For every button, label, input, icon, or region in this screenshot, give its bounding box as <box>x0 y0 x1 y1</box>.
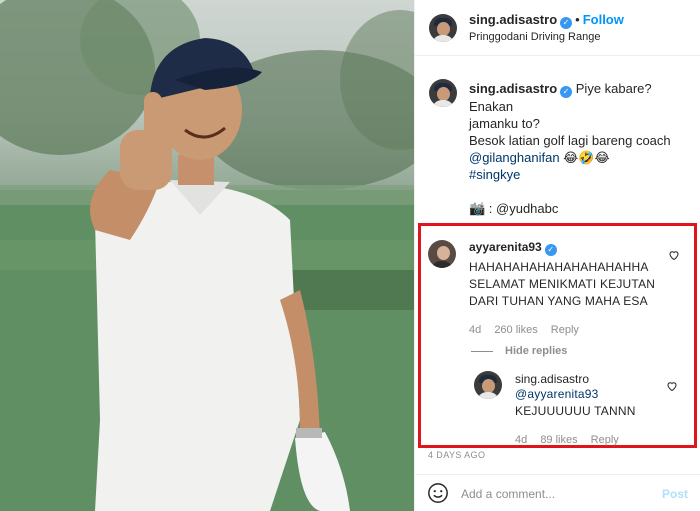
caption: sing.adisastro ✓ Piye kabare? Enakan jama… <box>469 80 695 217</box>
comment-line-3: DARI TUHAN YANG MAHA ESA <box>469 294 648 308</box>
reply-text: KEJUUUUUU TANNN <box>515 404 636 418</box>
comment-likes[interactable]: 260 likes <box>494 324 537 336</box>
add-comment-bar: Add a comment... Post <box>414 474 700 511</box>
commenter-avatar[interactable] <box>428 240 456 268</box>
heart-icon[interactable] <box>666 380 678 392</box>
post-header: sing.adisastro ✓ • Follow Pringgodani Drivi… <box>415 0 700 56</box>
caption-line-3: Besok latian golf lagi bareng coach <box>469 133 671 148</box>
caption-avatar[interactable] <box>429 79 457 107</box>
reply-avatar[interactable] <box>474 371 502 399</box>
caption-username[interactable]: sing.adisastro <box>469 81 557 96</box>
emoji-smile-icon[interactable] <box>427 482 449 504</box>
separator-dot: • <box>575 12 580 27</box>
comment-line-1: HAHAHAHAHAHAHAHAHAHHA <box>469 260 649 274</box>
reply-username[interactable]: sing.adisastro <box>515 372 665 386</box>
hide-replies-button[interactable]: Hide replies <box>471 345 567 357</box>
hide-replies-label: Hide replies <box>505 345 568 357</box>
comment-input[interactable]: Add a comment... <box>461 487 555 501</box>
reply-reply-button[interactable]: Reply <box>591 434 619 446</box>
post-author-username[interactable]: sing.adisastro <box>469 12 557 27</box>
caption-age: 4d <box>471 201 484 213</box>
post-date: 4 DAYS AGO <box>428 450 486 460</box>
caption-hashtag[interactable]: #singkye <box>469 167 520 182</box>
caption-mention[interactable]: @gilanghanifan <box>469 150 560 165</box>
verified-badge-icon: ✓ <box>560 86 573 98</box>
follow-button[interactable]: Follow <box>583 12 624 27</box>
caption-line-2: jamanku to? <box>469 116 540 131</box>
heart-icon[interactable] <box>668 249 680 261</box>
reply-likes[interactable]: 89 likes <box>540 434 577 446</box>
highlighted-comments: ayyarenita93 ✓ HAHAHAHAHAHAHAHAHAHHA SELA… <box>418 223 697 448</box>
post-photo[interactable] <box>0 0 414 511</box>
comment-reply-button[interactable]: Reply <box>551 324 579 336</box>
reply-mention[interactable]: @ayyarenita93 <box>515 386 665 403</box>
verified-badge-icon: ✓ <box>544 244 557 256</box>
avatar[interactable] <box>429 14 457 42</box>
comment-line-2: SELAMAT MENIKMATI KEJUTAN <box>469 277 656 291</box>
verified-badge-icon: ✓ <box>560 17 573 29</box>
commenter-username[interactable]: ayyarenita93 <box>469 240 542 254</box>
comment-age: 4d <box>469 324 482 336</box>
caption-emojis: 😂🤣😂 <box>563 150 610 165</box>
hide-replies-line <box>471 350 493 352</box>
reply-age: 4d <box>515 434 528 446</box>
post-location[interactable]: Pringgodani Driving Range <box>469 31 600 43</box>
photo-illustration <box>0 0 414 511</box>
post-button[interactable]: Post <box>662 487 688 501</box>
